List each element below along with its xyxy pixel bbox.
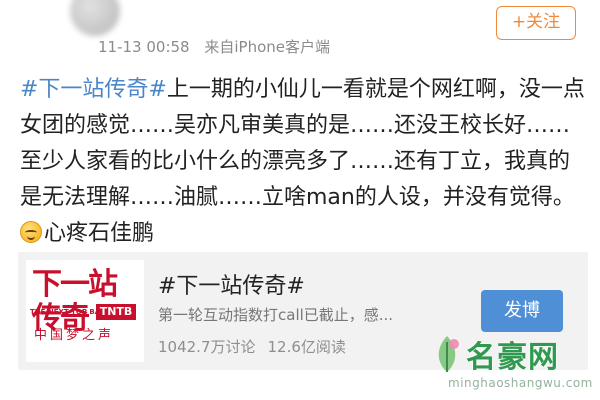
post-source[interactable]: 来自iPhone客户端 [204,38,330,56]
card-title[interactable]: #下一站传奇# [158,268,305,300]
post-meta: 11-13 00:58 来自iPhone客户端 [98,36,330,58]
post-body: #下一站传奇#上一期的小仙儿一看就是个网红啊，没一点女团的感觉……吴亦凡审美真的… [20,72,588,252]
logo-slogan: 中国梦之声 [34,328,115,343]
post-text-end: 心疼石佳鹏 [44,221,155,246]
post-timestamp: 11-13 00:58 [98,38,190,56]
logo-badge: TNTB [96,304,136,320]
topic-link[interactable]: #下一站传奇# [20,77,167,102]
post-button[interactable]: 发博 [481,290,563,332]
avatar[interactable] [70,0,120,36]
follow-button[interactable]: +关注 [496,6,576,40]
read-count: 12.6亿阅读 [267,338,346,356]
card-stats: 1042.7万讨论 12.6亿阅读 [158,336,346,357]
card-description: 第一轮互动指数打call已截止，感... [158,306,394,324]
discussion-count: 1042.7万讨论 [158,338,256,356]
upside-down-smile-icon [20,221,42,243]
topic-card[interactable]: 下一站传奇 THE NEXT TOP BANG TNTB 中国梦之声 #下一站传… [18,252,588,370]
watermark-url: minghaoshangwu.com [448,376,593,390]
show-logo: 下一站传奇 THE NEXT TOP BANG TNTB 中国梦之声 [26,260,144,362]
